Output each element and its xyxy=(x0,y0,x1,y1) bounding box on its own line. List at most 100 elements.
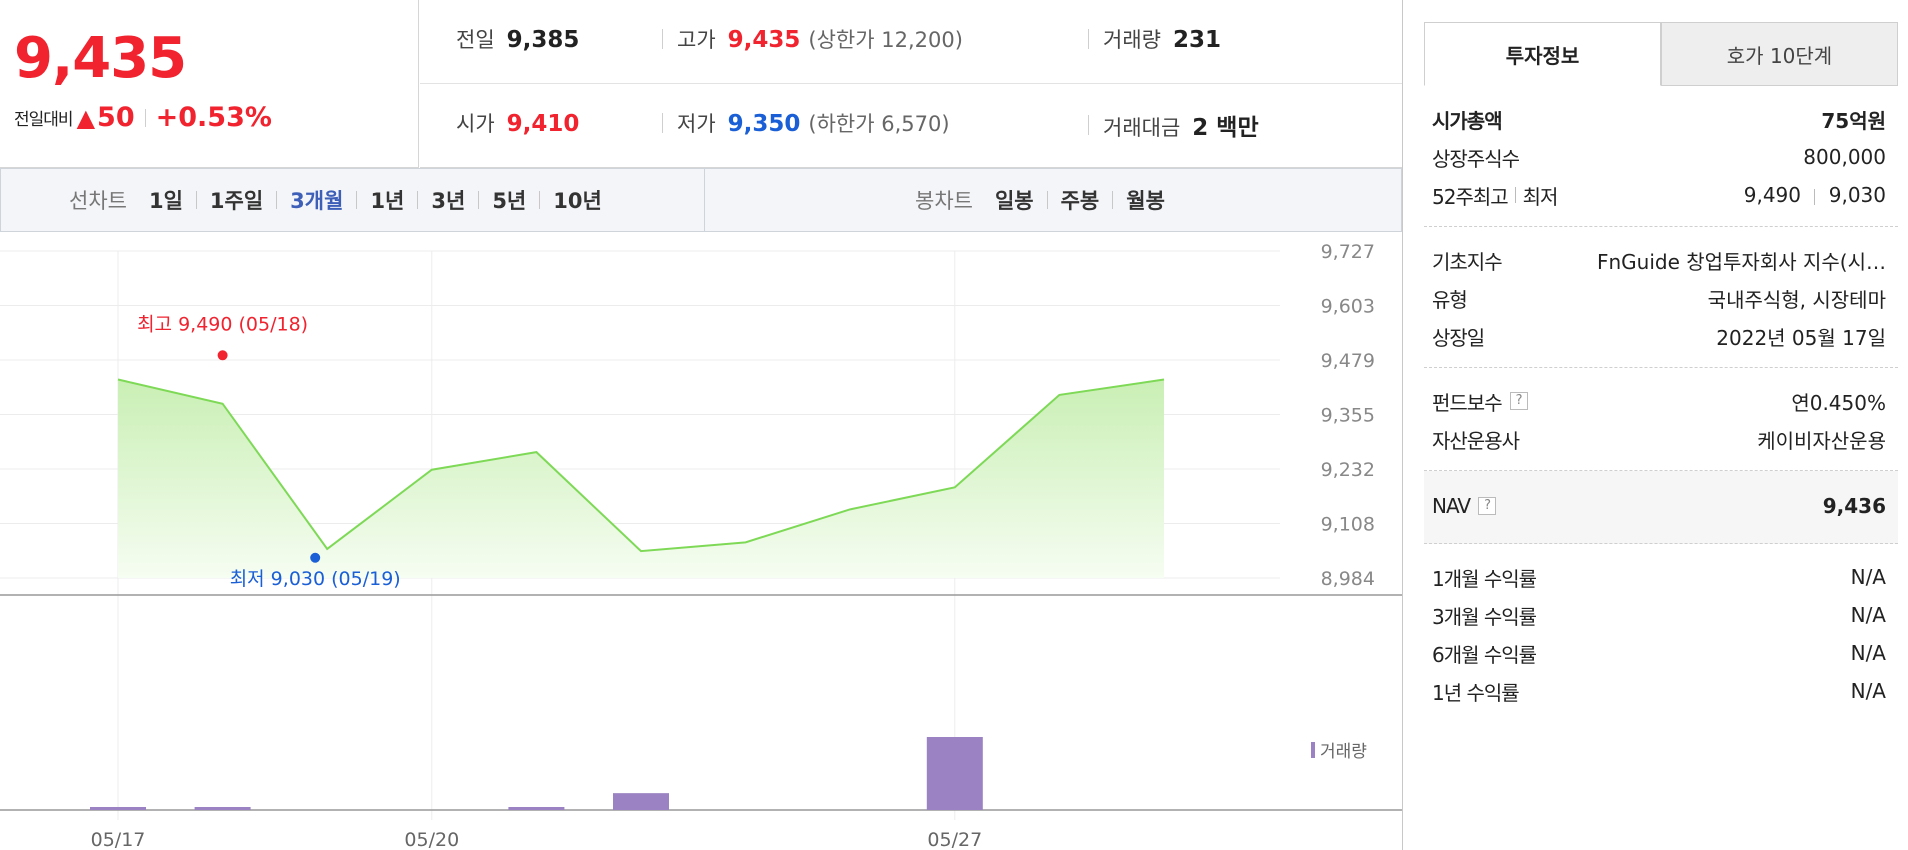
line-chart-title: 선차트 xyxy=(69,189,127,213)
return-1y-label: 1년 수익률 xyxy=(1432,680,1520,705)
volume-legend-label: 거래량 xyxy=(1320,742,1367,762)
divider xyxy=(1514,187,1516,203)
y-tick-label: 9,727 xyxy=(1321,241,1375,263)
price-box: 9,435 전일대비 ▲ 50 +0.53% xyxy=(0,0,419,168)
candle-daily[interactable]: 일봉 xyxy=(995,185,1034,215)
returns-section: 1개월 수익률 N/A 3개월 수익률 N/A 6개월 수익률 N/A 1년 수… xyxy=(1424,544,1898,722)
x-tick-label: 05/17 xyxy=(91,829,146,850)
change-percent: +0.53% xyxy=(155,102,272,133)
shares-value: 800,000 xyxy=(1803,145,1886,169)
low-marker xyxy=(310,552,321,563)
period-5y[interactable]: 5년 xyxy=(492,185,526,215)
fund-fee-value: 연0.450% xyxy=(1791,390,1886,415)
period-3y[interactable]: 3년 xyxy=(431,185,465,215)
period-10y[interactable]: 10년 xyxy=(553,185,602,215)
divider xyxy=(1814,188,1816,205)
investment-info-panel: 투자정보 호가 10단계 시가총액 75억원 상장주식수 800,000 52주… xyxy=(1424,22,1898,722)
summary-label: 저가 xyxy=(677,112,716,136)
y-tick-label: 8,984 xyxy=(1321,568,1375,590)
tab-orderbook-10[interactable]: 호가 10단계 xyxy=(1661,22,1898,86)
info-tabs: 투자정보 호가 10단계 xyxy=(1424,22,1898,86)
current-price: 9,435 xyxy=(14,26,187,91)
nav-section: NAV ? 9,436 xyxy=(1424,471,1898,544)
help-icon[interactable]: ? xyxy=(1509,392,1528,410)
summary-prev-close: 전일 9,385 xyxy=(456,24,579,54)
market-cap-value: 75억원 xyxy=(1821,108,1886,133)
candle-weekly[interactable]: 주봉 xyxy=(1061,185,1100,215)
summary-value: 9,350 xyxy=(727,111,801,137)
summary-value: 9,435 xyxy=(727,27,801,53)
summary-label: 전일 xyxy=(456,28,495,52)
divider xyxy=(704,169,705,231)
summary-sub: (상한가 12,200) xyxy=(808,28,963,52)
y-tick-label: 9,355 xyxy=(1321,405,1375,427)
nav-value: 9,436 xyxy=(1822,494,1886,518)
period-1y[interactable]: 1년 xyxy=(370,185,404,215)
base-index-value: FnGuide 창업투자회사 지수(시… xyxy=(1596,249,1886,274)
52w-high-value: 9,490 xyxy=(1743,183,1802,207)
divider xyxy=(539,191,541,209)
return-3m-label: 3개월 수익률 xyxy=(1432,604,1537,629)
high-marker xyxy=(217,350,228,361)
up-arrow-icon: ▲ xyxy=(76,103,96,132)
price-summary: 전일 9,385 고가 9,435 (상한가 12,200) 거래량 231 시… xyxy=(420,0,1402,168)
period-3m[interactable]: 3개월 xyxy=(290,185,343,215)
candle-monthly[interactable]: 월봉 xyxy=(1126,185,1165,215)
divider xyxy=(662,29,663,49)
fund-fee-label: 펀드보수 ? xyxy=(1432,387,1528,416)
candle-chart-periods: 봉차트 일봉 주봉 월봉 xyxy=(915,169,1165,231)
divider xyxy=(478,191,480,209)
line-chart-periods: 선차트 1일 1주일 3개월 1년 3년 5년 10년 xyxy=(69,169,602,231)
divider xyxy=(356,191,358,209)
divider xyxy=(662,113,663,133)
summary-high: 고가 9,435 (상한가 12,200) xyxy=(662,24,963,54)
52w-label: 52주최고 최저 xyxy=(1432,181,1559,210)
tab-investment-info[interactable]: 투자정보 xyxy=(1424,22,1661,86)
info-row: 1개월 수익률 N/A xyxy=(1432,558,1886,596)
52w-low-label: 최저 xyxy=(1522,184,1559,209)
summary-value: 9,385 xyxy=(506,27,580,53)
divider xyxy=(144,108,146,127)
price-chart[interactable]: 9,727 9,603 9,479 9,355 9,232 9,108 8,984 거래량 05… xyxy=(0,232,1402,850)
summary-sub: (하한가 6,570) xyxy=(808,112,950,136)
fund-type-label: 유형 xyxy=(1432,287,1468,312)
summary-open: 시가 9,410 xyxy=(456,108,579,138)
listing-date-value: 2022년 05월 17일 xyxy=(1716,325,1886,350)
y-tick-label: 9,108 xyxy=(1321,514,1375,536)
period-1w[interactable]: 1주일 xyxy=(210,185,263,215)
chart-period-bar: 선차트 1일 1주일 3개월 1년 3년 5년 10년 봉차트 일봉 주봉 월봉 xyxy=(0,168,1402,232)
fee-section: 펀드보수 ? 연0.450% 자산운용사 케이비자산운용 xyxy=(1424,368,1898,471)
divider xyxy=(276,191,278,209)
x-tick-label: 05/20 xyxy=(404,829,459,850)
info-row: 상장주식수 800,000 xyxy=(1432,138,1886,176)
52w-low-value: 9,030 xyxy=(1828,183,1886,207)
period-1d[interactable]: 1일 xyxy=(149,185,183,215)
nav-label: NAV ? xyxy=(1432,494,1497,518)
52w-high-label: 52주최고 xyxy=(1432,184,1509,209)
fund-info-section: 기초지수 FnGuide 창업투자회사 지수(시… 유형 국내주식형, 시장테마… xyxy=(1424,227,1898,368)
listing-date-label: 상장일 xyxy=(1432,325,1485,350)
fund-fee-text: 펀드보수 xyxy=(1432,390,1503,415)
asset-manager-label: 자산운용사 xyxy=(1432,428,1520,453)
info-row: 3개월 수익률 N/A xyxy=(1432,596,1886,634)
volume-legend-swatch xyxy=(1311,742,1315,758)
shares-label: 상장주식수 xyxy=(1432,146,1520,171)
volume-bar xyxy=(508,807,565,810)
info-row: NAV ? 9,436 xyxy=(1432,487,1886,525)
return-6m-label: 6개월 수익률 xyxy=(1432,642,1537,667)
return-3m-value: N/A xyxy=(1850,603,1886,627)
change-row: 전일대비 ▲ 50 +0.53% xyxy=(14,102,272,133)
summary-label: 고가 xyxy=(677,28,716,52)
market-cap-label: 시가총액 xyxy=(1432,108,1503,133)
summary-label: 거래대금 xyxy=(1103,116,1181,140)
panel-divider xyxy=(1402,0,1403,850)
nav-text: NAV xyxy=(1432,494,1471,518)
summary-label: 시가 xyxy=(456,112,495,136)
info-row: 52주최고 최저 9,490 9,030 xyxy=(1432,176,1886,214)
info-row: 상장일 2022년 05월 17일 xyxy=(1432,317,1886,355)
summary-value: 2 백만 xyxy=(1192,115,1259,141)
info-row: 유형 국내주식형, 시장테마 xyxy=(1432,279,1886,317)
volume-bar xyxy=(194,807,251,810)
help-icon[interactable]: ? xyxy=(1478,497,1497,515)
change-value: 50 xyxy=(97,102,135,133)
